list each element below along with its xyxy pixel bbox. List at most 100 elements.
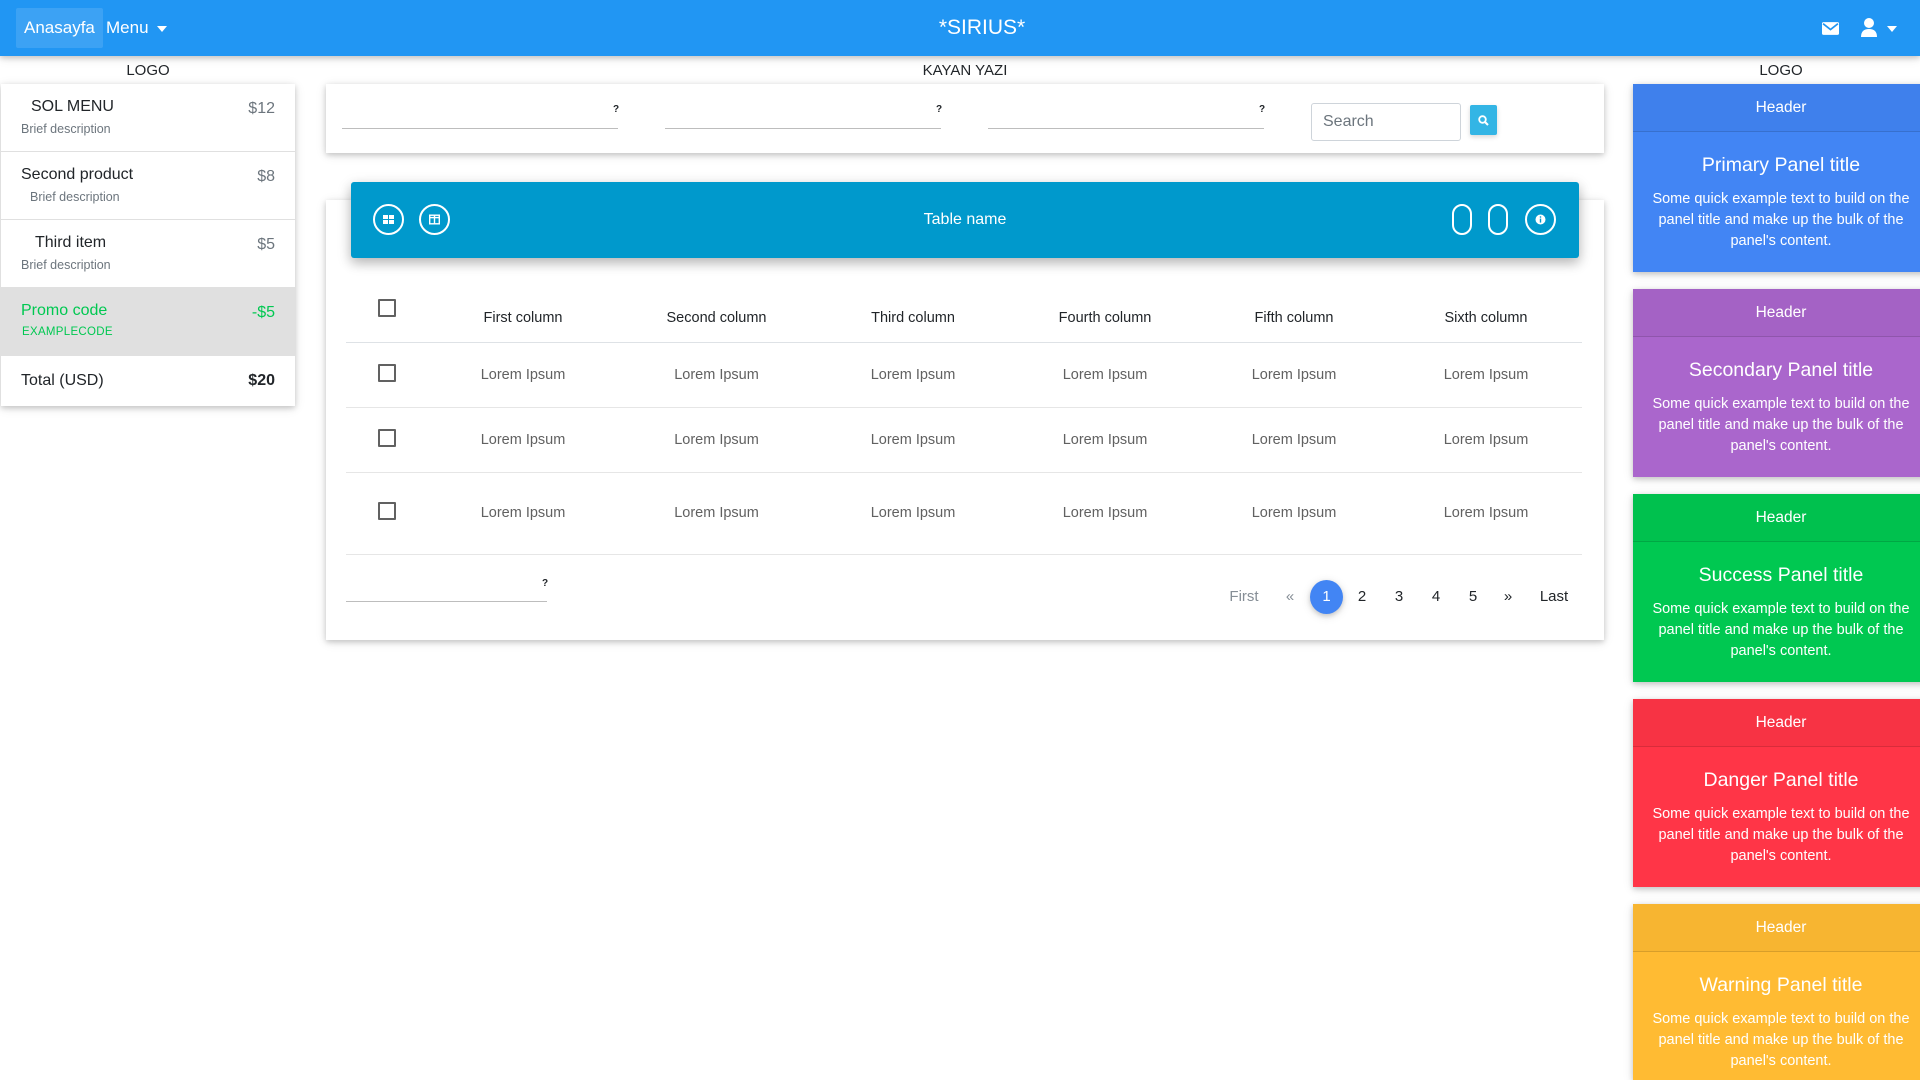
cart-item-desc: Brief description bbox=[21, 122, 111, 136]
promo-discount: -$5 bbox=[251, 304, 275, 321]
table-cell: Lorem Ipsum bbox=[1198, 342, 1390, 408]
table-action-button[interactable] bbox=[1488, 204, 1508, 235]
select-all-cell bbox=[346, 280, 427, 343]
table-cell: Lorem Ipsum bbox=[1198, 407, 1390, 473]
column-header[interactable]: Sixth column bbox=[1390, 280, 1582, 343]
table-row[interactable]: Lorem Ipsum Lorem Ipsum Lorem Ipsum Lore… bbox=[346, 342, 1582, 408]
caret-down-icon bbox=[156, 25, 167, 32]
promo-code-value: EXAMPLECODE bbox=[22, 326, 113, 338]
left-logo-caption: LOGO bbox=[126, 62, 170, 79]
grid-icon bbox=[383, 215, 394, 224]
panel-text: Some quick example text to build on the … bbox=[1652, 601, 1910, 659]
table-cell: Lorem Ipsum bbox=[814, 407, 1012, 473]
filter-input-2[interactable] bbox=[665, 128, 941, 129]
pagination-next[interactable]: » bbox=[1498, 580, 1518, 614]
nav-menu-label: Menu bbox=[106, 18, 149, 37]
pagination-page-3[interactable]: 3 bbox=[1389, 580, 1409, 614]
cart-promo-item[interactable]: Promo code EXAMPLECODE -$5 bbox=[1, 288, 295, 356]
filter-input-1[interactable] bbox=[342, 128, 618, 129]
column-header[interactable]: Fifth column bbox=[1198, 280, 1390, 343]
table-cell: Lorem Ipsum bbox=[619, 407, 814, 473]
table-row[interactable]: Lorem Ipsum Lorem Ipsum Lorem Ipsum Lore… bbox=[346, 472, 1582, 555]
help-icon[interactable]: ? bbox=[542, 578, 548, 589]
row-checkbox[interactable] bbox=[377, 363, 396, 382]
table-cell: Lorem Ipsum bbox=[814, 342, 1012, 408]
panel-title: Success Panel title bbox=[1698, 564, 1864, 586]
panel-title: Primary Panel title bbox=[1701, 154, 1861, 176]
table-row[interactable]: Lorem Ipsum Lorem Ipsum Lorem Ipsum Lore… bbox=[346, 407, 1582, 473]
cart-item[interactable]: Third item Brief description $5 bbox=[1, 220, 295, 288]
cart-item-name: Second product bbox=[21, 166, 134, 183]
secondary-panel: Header Secondary Panel title Some quick … bbox=[1633, 289, 1920, 477]
cart-item[interactable]: SOL MENU Brief description $12 bbox=[1, 84, 295, 152]
success-panel: Header Success Panel title Some quick ex… bbox=[1633, 494, 1920, 682]
help-icon[interactable]: ? bbox=[936, 104, 942, 115]
table-header-bar: Table name bbox=[351, 182, 1579, 258]
help-icon[interactable]: ? bbox=[613, 104, 619, 115]
search-icon bbox=[1478, 115, 1489, 126]
help-icon[interactable]: ? bbox=[1259, 104, 1265, 115]
row-checkbox[interactable] bbox=[377, 502, 396, 520]
table-cell: Lorem Ipsum bbox=[1012, 342, 1198, 408]
panel-title: Danger Panel title bbox=[1703, 769, 1859, 791]
cart-list: SOL MENU Brief description $12 Second pr… bbox=[1, 84, 295, 406]
cart-item-price: $12 bbox=[248, 100, 275, 117]
columns-view-button[interactable] bbox=[419, 204, 450, 235]
pagination-page-2[interactable]: 2 bbox=[1352, 580, 1372, 614]
pagination-page-4[interactable]: 4 bbox=[1426, 580, 1446, 614]
cart-total-value: $20 bbox=[248, 372, 275, 389]
brand-title[interactable]: *SIRIUS* bbox=[939, 16, 1025, 39]
data-table: First column Second column Third column … bbox=[346, 280, 1582, 555]
nav-menu-dropdown[interactable]: Menu bbox=[106, 8, 167, 48]
select-all-checkbox[interactable] bbox=[377, 298, 396, 317]
pagination-page-5[interactable]: 5 bbox=[1463, 580, 1483, 614]
row-select-cell bbox=[346, 407, 427, 473]
cart-item-name: Third item bbox=[35, 234, 107, 251]
promo-code-label: Promo code bbox=[21, 302, 108, 319]
panel-header: Header bbox=[1633, 494, 1920, 542]
column-header[interactable]: Fourth column bbox=[1012, 280, 1198, 343]
info-button[interactable] bbox=[1525, 204, 1556, 235]
pagination-last[interactable]: Last bbox=[1534, 580, 1574, 614]
table-cell: Lorem Ipsum bbox=[427, 342, 619, 408]
warning-panel: Header Warning Panel title Some quick ex… bbox=[1633, 904, 1920, 1080]
column-header[interactable]: First column bbox=[427, 280, 619, 343]
primary-panel: Header Primary Panel title Some quick ex… bbox=[1633, 84, 1920, 272]
panel-text: Some quick example text to build on the … bbox=[1652, 396, 1910, 454]
nav-home-link[interactable]: Anasayfa bbox=[16, 8, 103, 48]
cart-item[interactable]: Second product Brief description $8 bbox=[1, 152, 295, 220]
column-header[interactable]: Second column bbox=[619, 280, 814, 343]
cart-item-price: $5 bbox=[257, 236, 275, 253]
envelope-icon[interactable] bbox=[1822, 20, 1839, 37]
grid-view-button[interactable] bbox=[373, 204, 404, 235]
cart-item-desc: Brief description bbox=[21, 258, 111, 272]
column-header[interactable]: Third column bbox=[814, 280, 1012, 343]
search-input[interactable] bbox=[1311, 103, 1461, 141]
search-button[interactable] bbox=[1470, 105, 1497, 135]
pagination-prev[interactable]: « bbox=[1280, 580, 1300, 614]
table-cell: Lorem Ipsum bbox=[1012, 407, 1198, 473]
panel-title: Secondary Panel title bbox=[1688, 359, 1874, 381]
pagination-page-1[interactable]: 1 bbox=[1310, 580, 1343, 614]
panel-header: Header bbox=[1633, 699, 1920, 747]
table-cell: Lorem Ipsum bbox=[427, 472, 619, 555]
table-cell: Lorem Ipsum bbox=[1198, 472, 1390, 555]
user-icon[interactable] bbox=[1860, 17, 1904, 39]
cart-item-desc: Brief description bbox=[30, 190, 120, 204]
table-cell: Lorem Ipsum bbox=[1390, 407, 1582, 473]
table-cell: Lorem Ipsum bbox=[427, 407, 619, 473]
panel-header: Header bbox=[1633, 289, 1920, 337]
pagination-first[interactable]: First bbox=[1224, 580, 1264, 614]
filter-input-3[interactable] bbox=[988, 128, 1264, 129]
panel-text: Some quick example text to build on the … bbox=[1652, 191, 1910, 249]
info-icon bbox=[1535, 214, 1546, 225]
table-cell: Lorem Ipsum bbox=[1012, 472, 1198, 555]
table-action-button[interactable] bbox=[1452, 204, 1472, 235]
table-cell: Lorem Ipsum bbox=[619, 472, 814, 555]
row-checkbox[interactable] bbox=[377, 428, 396, 447]
table-name: Table name bbox=[923, 211, 1007, 228]
navbar: Anasayfa Menu *SIRIUS* bbox=[0, 0, 1920, 56]
panel-header: Header bbox=[1633, 84, 1920, 132]
cart-item-name: SOL MENU bbox=[31, 98, 114, 115]
page-size-input[interactable] bbox=[346, 601, 547, 602]
